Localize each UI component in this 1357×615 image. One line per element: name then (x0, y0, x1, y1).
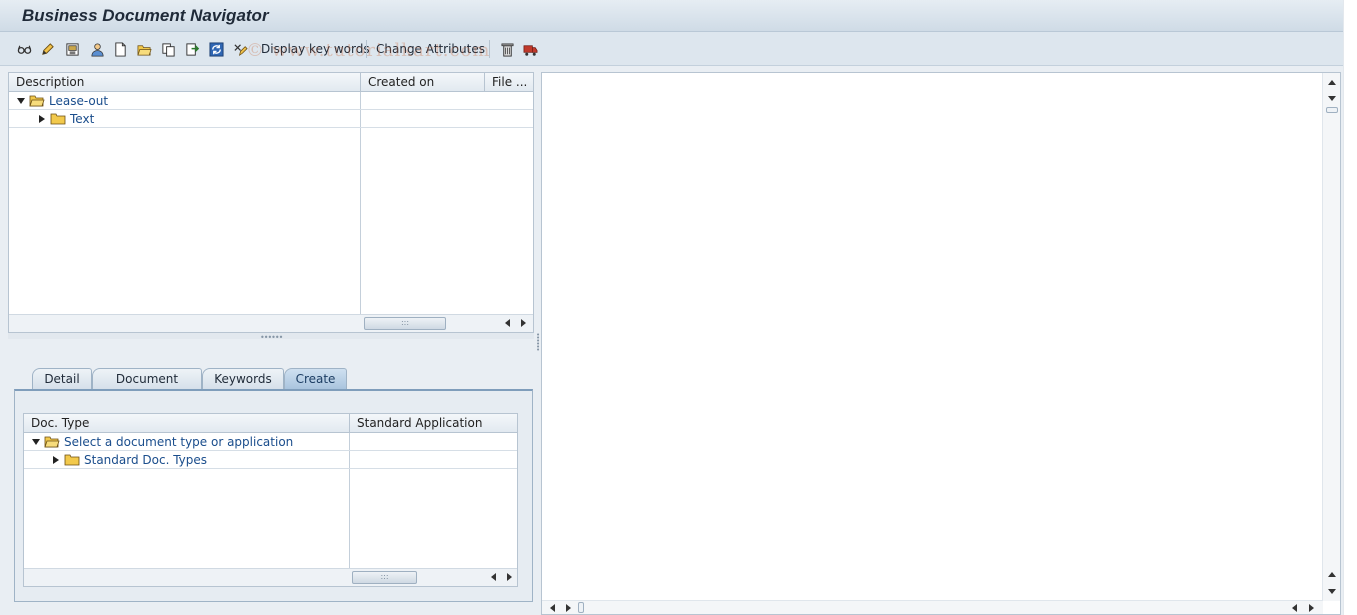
vertical-scrollbar[interactable] (1322, 73, 1340, 601)
highlight-icon[interactable] (231, 39, 249, 59)
user-icon[interactable] (88, 39, 106, 59)
scroll-up-icon[interactable] (1326, 75, 1338, 89)
tree-node-select-doc-type[interactable]: Select a document type or application (30, 433, 293, 451)
scroll-left-icon[interactable] (487, 570, 499, 584)
tab-create[interactable]: Create (284, 368, 347, 389)
application-toolbar: Display key words Change Attributes (0, 32, 1343, 66)
document-save-icon[interactable] (63, 39, 81, 59)
scroll-down-icon[interactable] (1326, 91, 1338, 105)
tree-node-label: Text (70, 112, 95, 126)
scroll-up-icon[interactable] (1326, 567, 1338, 581)
display-keywords-button[interactable]: Display key words (258, 39, 373, 59)
tab-keywords[interactable]: Keywords (202, 368, 284, 389)
scroll-down-icon[interactable] (1326, 584, 1338, 598)
tree-row[interactable]: Lease-out (9, 92, 533, 110)
trash-icon[interactable] (498, 39, 516, 59)
toolbar-separator (366, 40, 367, 58)
column-header-file[interactable]: File ... (485, 73, 533, 92)
tab-panel-create: Doc. Type Standard Application Select a … (14, 389, 533, 602)
change-attributes-button[interactable]: Change Attributes (373, 39, 488, 59)
tree-node-text[interactable]: Text (36, 110, 94, 128)
column-header-standard-application[interactable]: Standard Application (350, 414, 517, 433)
scroll-right-icon[interactable] (517, 316, 529, 330)
horizontal-scrollbar[interactable]: ::: (9, 314, 533, 332)
folder-icon (50, 113, 66, 125)
copy-icon[interactable] (159, 39, 177, 59)
scroll-thumb[interactable]: ::: (352, 571, 417, 584)
toolbar-separator (489, 40, 490, 58)
expand-arrow-icon[interactable] (30, 436, 42, 448)
scroll-left-icon[interactable] (1288, 601, 1300, 615)
document-viewer[interactable] (541, 72, 1341, 615)
column-header-created-on[interactable]: Created on (361, 73, 485, 92)
glasses-icon[interactable] (15, 39, 33, 59)
tree-node-standard-doc-types[interactable]: Standard Doc. Types (50, 451, 207, 469)
title-bar: Business Document Navigator (0, 0, 1343, 32)
column-header-description[interactable]: Description (9, 73, 361, 92)
scroll-thumb[interactable]: ::: (364, 317, 446, 330)
collapse-arrow-icon[interactable] (50, 454, 62, 466)
expand-arrow-icon[interactable] (15, 95, 27, 107)
tab-detail[interactable]: Detail (32, 368, 92, 389)
tab-document-info[interactable]: Document info (92, 368, 202, 406)
horizontal-scrollbar[interactable] (542, 600, 1323, 614)
import-icon[interactable] (183, 39, 201, 59)
pencil-icon[interactable] (38, 39, 56, 59)
column-header-doc-type[interactable]: Doc. Type (24, 414, 350, 433)
tree-row[interactable]: Select a document type or application (24, 433, 517, 451)
tree-header: Description Created on File ... (9, 73, 533, 92)
scroll-right-icon[interactable] (1305, 601, 1317, 615)
tree-node-label: Select a document type or application (64, 435, 294, 449)
open-folder-icon (44, 436, 60, 448)
create-tree-header: Doc. Type Standard Application (24, 414, 517, 433)
page-title: Business Document Navigator (22, 6, 269, 25)
scroll-thumb[interactable] (578, 602, 584, 613)
tree-node-lease-out[interactable]: Lease-out (15, 92, 108, 110)
tree-node-label: Standard Doc. Types (84, 453, 208, 467)
tree-row[interactable]: Text (9, 110, 533, 128)
open-folder-icon (29, 95, 45, 107)
tree-node-label: Lease-out (49, 94, 109, 108)
open-folder-icon[interactable] (135, 39, 153, 59)
horizontal-scrollbar[interactable]: ::: (24, 568, 517, 586)
tree-row[interactable]: Standard Doc. Types (24, 451, 517, 469)
folder-icon (64, 454, 80, 466)
scroll-left-icon[interactable] (501, 316, 513, 330)
scroll-thumb[interactable] (1326, 107, 1338, 113)
scroll-right-icon[interactable] (562, 601, 574, 615)
create-tree-grid: Doc. Type Standard Application Select a … (23, 413, 518, 587)
scroll-left-icon[interactable] (546, 601, 558, 615)
document-tree-panel: Description Created on File ... Lease-ou… (8, 72, 534, 333)
window-edge (1343, 0, 1357, 615)
collapse-arrow-icon[interactable] (36, 113, 48, 125)
refresh-icon[interactable] (207, 39, 225, 59)
new-document-icon[interactable] (111, 39, 129, 59)
transport-icon[interactable] (521, 39, 539, 59)
horizontal-splitter[interactable]: •••••• (8, 333, 534, 342)
scroll-right-icon[interactable] (503, 570, 515, 584)
